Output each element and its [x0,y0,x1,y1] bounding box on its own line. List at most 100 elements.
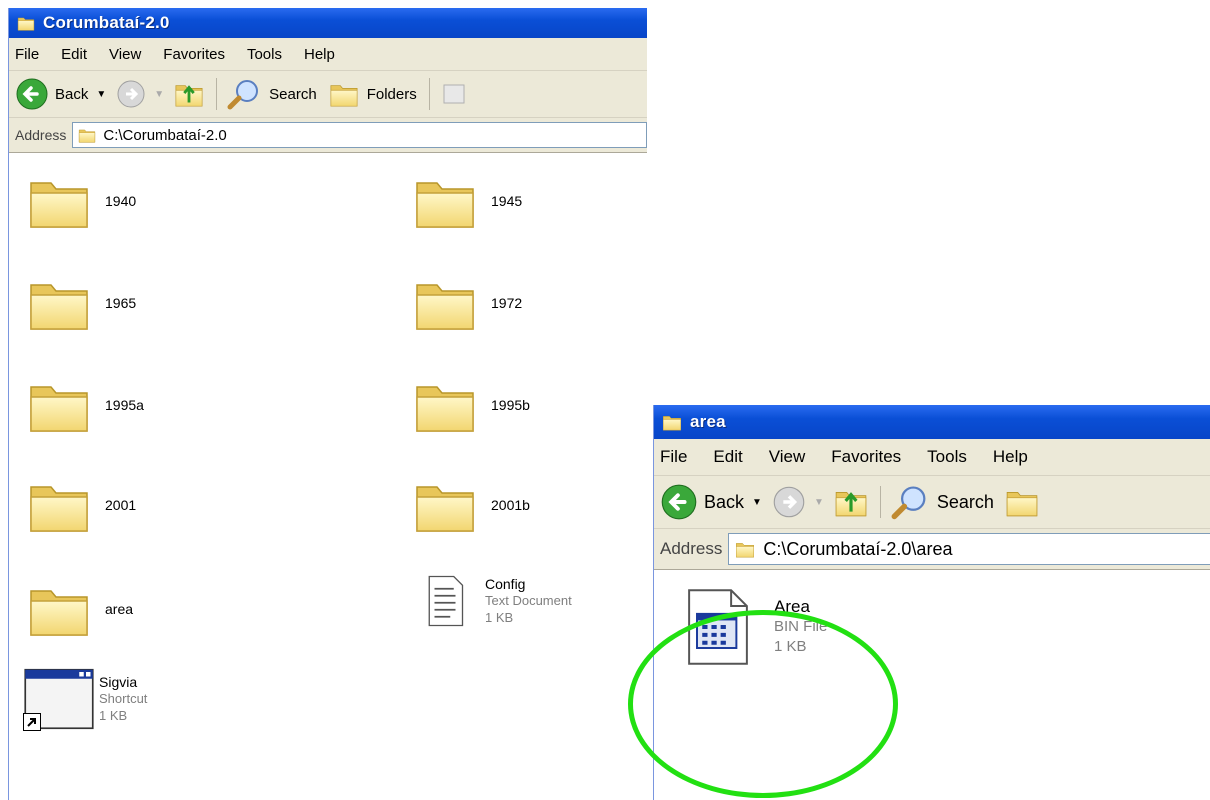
menu-view[interactable]: View [109,46,141,63]
search-icon [227,80,259,110]
forward-arrow-icon [117,80,145,108]
folder-item-area[interactable]: area [25,577,133,641]
item-label: Sigvia [99,674,138,690]
shortcut-arrow-icon [23,713,41,731]
folders-label: Folders [366,85,417,103]
menu-file[interactable]: File [660,447,687,467]
shortcut-item-sigvia[interactable]: Sigvia Shortcut 1 KB [21,663,147,735]
folder-item-1995a[interactable]: 1995a [25,373,144,437]
file-meta: Config Text Document 1 KB [485,576,572,626]
back-button[interactable]: Back ▼ [660,483,762,521]
search-button[interactable]: Search [891,484,994,520]
address-label: Address [15,127,67,143]
title-bar[interactable]: Corumbataí-2.0 [9,8,647,38]
address-path: C:\Corumbataí-2.0 [103,126,227,144]
text-document-icon [417,565,473,637]
move-to-icon [443,84,465,104]
item-label: 1940 [105,193,137,209]
chevron-down-icon[interactable]: ▼ [96,89,106,100]
search-label: Search [269,85,317,103]
search-button[interactable]: Search [227,78,317,110]
menu-edit[interactable]: Edit [61,46,87,63]
move-to-button[interactable] [440,79,470,109]
folder-item-2001b[interactable]: 2001b [411,473,530,537]
item-label: area [105,601,134,617]
up-folder-icon [834,484,868,520]
folder-item-1965[interactable]: 1965 [25,271,136,335]
item-label: 1965 [105,295,137,311]
folder-icon [411,473,479,537]
title-bar[interactable]: area [654,405,1210,439]
back-label: Back [704,491,745,512]
forward-arrow-icon [773,486,805,518]
up-folder-button[interactable] [174,78,204,110]
folders-button[interactable]: Folders [327,79,417,109]
chevron-down-icon[interactable]: ▼ [752,497,762,508]
folder-icon [25,373,93,437]
menu-bar: File Edit View Favorites Tools Help [654,439,1210,476]
folder-icon [660,412,684,432]
folder-icon [411,169,479,233]
menu-favorites[interactable]: Favorites [831,447,901,467]
folder-icon [25,577,93,641]
menu-bar: File Edit View Favorites Tools Help [9,38,647,71]
folder-icon [411,373,479,437]
folder-icon [25,473,93,537]
explorer-window-corumbatai: Corumbataí-2.0 File Edit View Favorites … [8,8,647,800]
file-meta: Sigvia Shortcut 1 KB [99,674,147,724]
up-folder-button[interactable] [834,484,868,520]
toolbar-separator [216,78,218,110]
item-label: 1945 [491,193,523,209]
folder-item-2001[interactable]: 2001 [25,473,136,537]
back-arrow-icon [661,484,697,520]
menu-edit[interactable]: Edit [713,447,742,467]
item-type: Text Document [485,593,572,608]
toolbar: Back ▼ ▼ Search Folders [9,71,647,118]
folder-item-1995b[interactable]: 1995b [411,373,530,437]
window-title: area [690,412,726,431]
file-item-config[interactable]: Config Text Document 1 KB [417,565,572,637]
folder-item-1940[interactable]: 1940 [25,169,136,233]
address-input[interactable]: C:\Corumbataí-2.0 [72,122,647,148]
folders-button[interactable] [1004,485,1040,519]
folders-icon [327,79,361,109]
item-label: 1995b [491,397,530,413]
item-label: 2001b [491,497,530,513]
address-bar: Address C:\Corumbataí-2.0\area [654,529,1210,570]
menu-help[interactable]: Help [304,46,335,63]
folder-icon [25,169,93,233]
item-type: Shortcut [99,691,148,706]
chevron-down-icon[interactable]: ▼ [814,497,824,508]
toolbar: Back ▼ ▼ Search [654,476,1210,529]
menu-help[interactable]: Help [993,447,1028,467]
address-input[interactable]: C:\Corumbataí-2.0\area [728,533,1210,565]
address-bar: Address C:\Corumbataí-2.0 [9,118,647,153]
menu-file[interactable]: File [15,46,39,63]
folder-item-1945[interactable]: 1945 [411,169,522,233]
chevron-down-icon[interactable]: ▼ [154,89,164,100]
search-label: Search [936,491,994,512]
forward-button[interactable]: ▼ [116,79,164,109]
item-size: 1 KB [99,708,128,723]
menu-tools[interactable]: Tools [247,46,282,63]
item-size: 1 KB [485,610,514,625]
window-title: Corumbataí-2.0 [43,13,170,32]
address-label: Address [660,539,723,558]
menu-favorites[interactable]: Favorites [163,46,225,63]
back-button[interactable]: Back ▼ [15,77,106,111]
folder-icon [25,271,93,335]
folder-item-1972[interactable]: 1972 [411,271,522,335]
search-icon [891,486,926,520]
item-label: 1995a [105,397,144,413]
item-label: 1972 [491,295,523,311]
back-label: Back [55,85,89,103]
up-folder-icon [174,78,204,110]
forward-button[interactable]: ▼ [772,485,824,519]
item-label: Config [485,576,526,592]
folder-icon [77,126,97,144]
menu-tools[interactable]: Tools [927,447,967,467]
back-arrow-icon [16,78,48,110]
address-path: C:\Corumbataí-2.0\area [763,538,953,559]
toolbar-separator [428,78,430,110]
menu-view[interactable]: View [769,447,806,467]
